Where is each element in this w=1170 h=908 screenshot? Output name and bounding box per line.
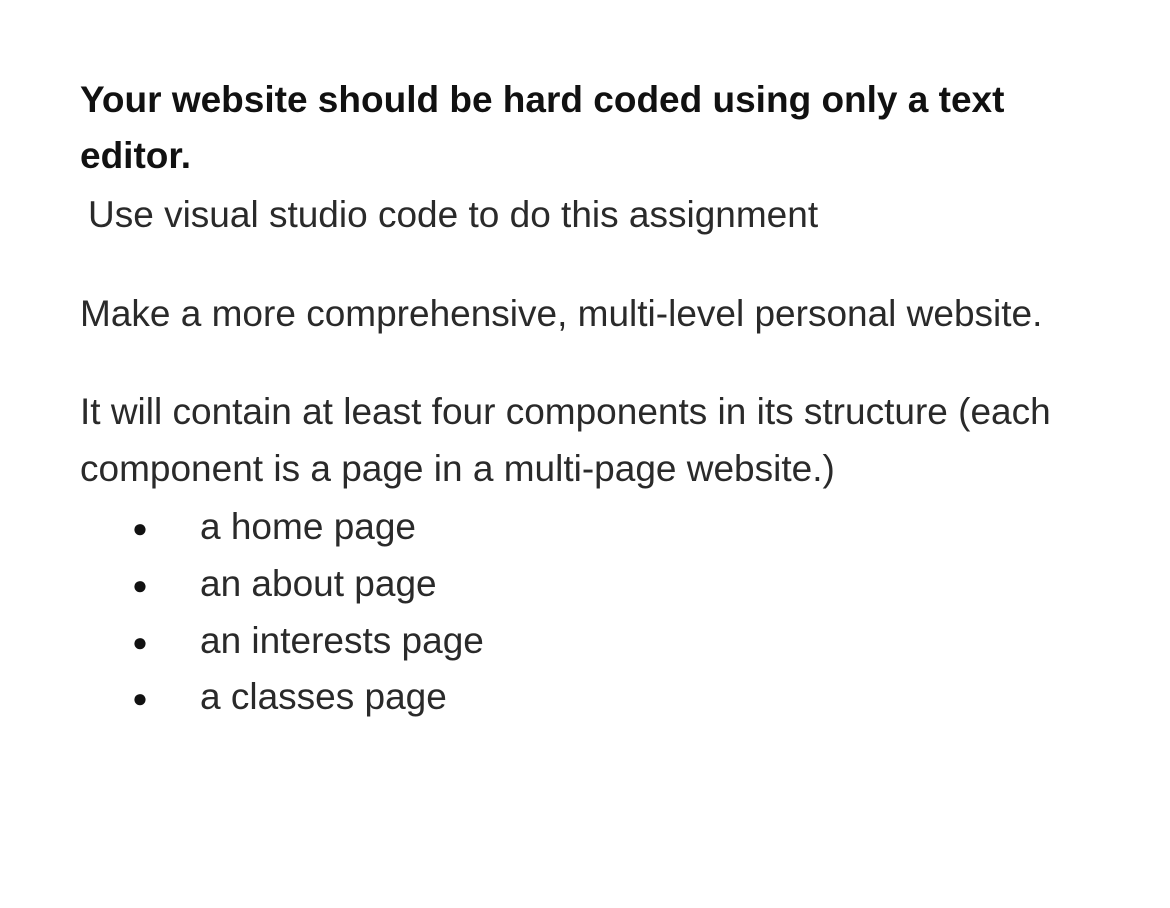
list-item-text: a home page: [200, 499, 416, 556]
bullet-icon: ●: [80, 515, 200, 541]
list-item-text: an about page: [200, 556, 437, 613]
list-item: ● an interests page: [80, 613, 1090, 670]
components-list: ● a home page ● an about page ● an inter…: [80, 499, 1090, 725]
instruction-paragraph-2: It will contain at least four components…: [80, 384, 1090, 497]
list-item: ● an about page: [80, 556, 1090, 613]
bullet-icon: ●: [80, 572, 200, 598]
instruction-heading: Your website should be hard coded using …: [80, 72, 1090, 183]
list-item-text: an interests page: [200, 613, 484, 670]
list-item: ● a classes page: [80, 669, 1090, 726]
list-item-text: a classes page: [200, 669, 447, 726]
instruction-paragraph-1: Make a more comprehensive, multi-level p…: [80, 286, 1090, 343]
list-item: ● a home page: [80, 499, 1090, 556]
instruction-subline: Use visual studio code to do this assign…: [80, 187, 1090, 244]
bullet-icon: ●: [80, 629, 200, 655]
bullet-icon: ●: [80, 685, 200, 711]
